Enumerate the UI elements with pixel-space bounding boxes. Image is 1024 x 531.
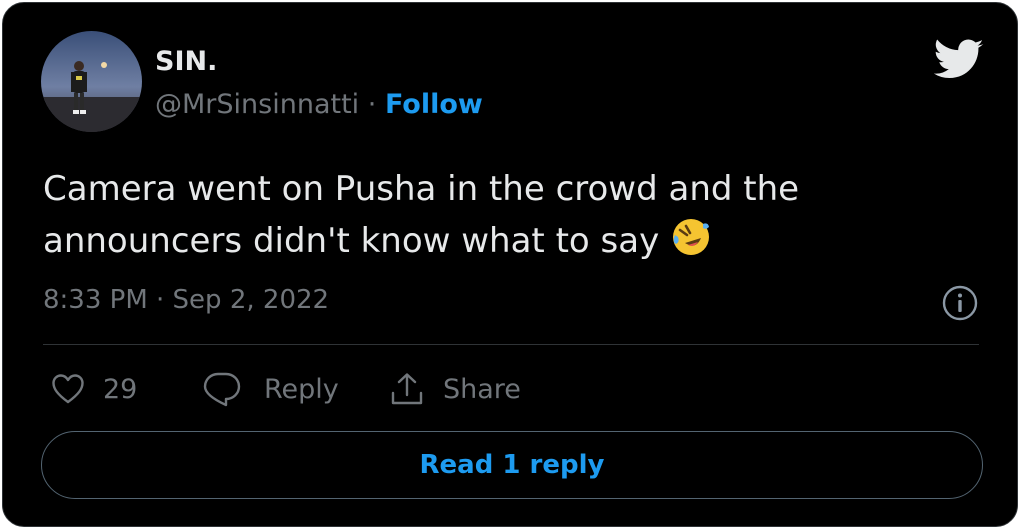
tweet-timestamp[interactable]: 8:33 PM · Sep 2, 2022 <box>43 285 329 315</box>
info-icon[interactable] <box>941 284 979 322</box>
read-replies-button[interactable]: Read 1 reply <box>41 431 983 499</box>
heart-icon <box>51 373 85 405</box>
rolling-laughing-emoji-icon <box>670 216 712 258</box>
share-upload-icon <box>389 371 425 407</box>
twitter-bird-icon[interactable] <box>933 39 985 81</box>
tweet-text: Camera went on Pusha in the crowd and th… <box>43 163 923 267</box>
display-name[interactable]: SIN. <box>155 46 217 77</box>
reply-label: Reply <box>264 373 339 405</box>
reply-bubble-icon <box>202 371 242 407</box>
avatar[interactable] <box>41 31 142 132</box>
share-button[interactable]: Share <box>389 369 521 409</box>
reply-button[interactable]: Reply <box>202 369 339 409</box>
like-button[interactable]: 29 <box>51 369 137 409</box>
handle-separator: · <box>367 89 377 120</box>
tweet-embed-card: SIN. @MrSinsinnatti · Follow Camera went… <box>2 2 1018 527</box>
like-count: 29 <box>103 373 138 405</box>
share-label: Share <box>443 373 521 405</box>
divider <box>43 344 979 345</box>
user-handle[interactable]: @MrSinsinnatti <box>155 89 359 120</box>
follow-link[interactable]: Follow <box>385 89 483 120</box>
handle-row: @MrSinsinnatti · Follow <box>155 89 483 120</box>
